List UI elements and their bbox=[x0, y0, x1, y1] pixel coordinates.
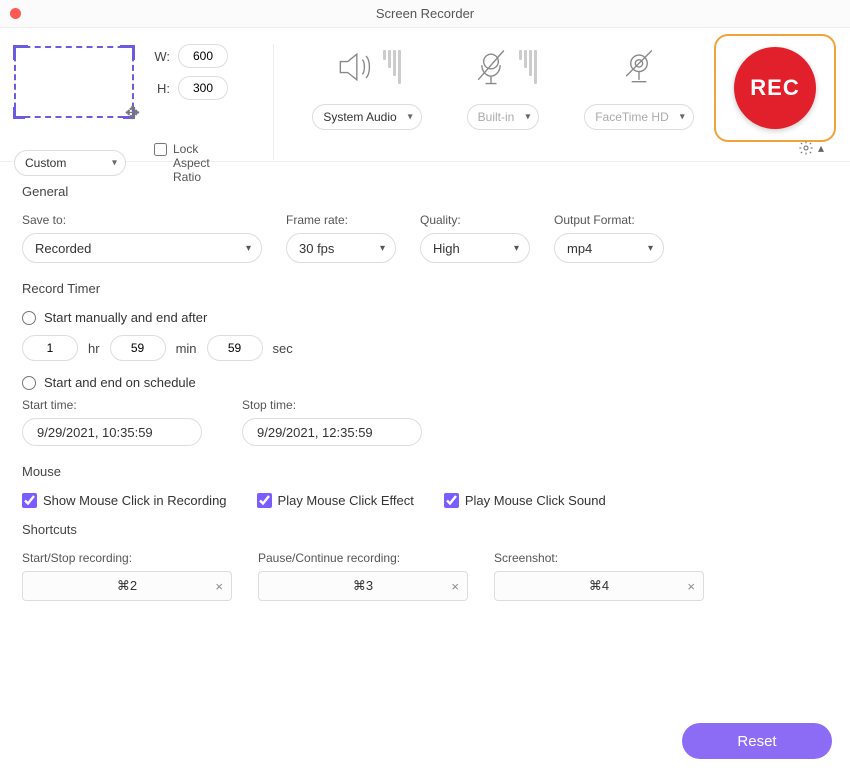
move-cursor-icon: ✥ bbox=[125, 103, 140, 124]
chevron-down-icon: ▾ bbox=[648, 243, 653, 254]
timer-min-input[interactable] bbox=[110, 335, 166, 361]
min-unit: min bbox=[176, 341, 197, 356]
toolbar: ✥ W: H: System Audio▾ Bui bbox=[0, 28, 850, 162]
clear-icon[interactable]: × bbox=[215, 579, 223, 594]
height-input[interactable] bbox=[178, 76, 228, 100]
timer-manual-radio[interactable]: Start manually and end after bbox=[22, 310, 828, 325]
start-time-input[interactable]: 9/29/2021, 10:35:59 bbox=[22, 418, 202, 446]
window-title: Screen Recorder bbox=[0, 6, 850, 21]
play-effect-checkbox[interactable]: Play Mouse Click Effect bbox=[257, 493, 414, 508]
start-time-label: Start time: bbox=[22, 398, 202, 412]
shortcut-pause-input[interactable]: ⌘3× bbox=[258, 571, 468, 601]
shortcut-shot-input[interactable]: ⌘4× bbox=[494, 571, 704, 601]
clear-icon[interactable]: × bbox=[451, 579, 459, 594]
frame-rate-label: Frame rate: bbox=[286, 213, 396, 227]
timer-schedule-radio[interactable]: Start and end on schedule bbox=[22, 375, 828, 390]
shortcut-pause-label: Pause/Continue recording: bbox=[258, 551, 468, 565]
mic-off-icon bbox=[469, 45, 513, 89]
audio-control: System Audio▾ bbox=[302, 44, 432, 130]
format-label: Output Format: bbox=[554, 213, 664, 227]
mic-control: Built-in▾ bbox=[438, 44, 568, 130]
audio-select[interactable]: System Audio▾ bbox=[312, 104, 421, 130]
region-frame-icon[interactable]: ✥ bbox=[14, 46, 134, 118]
timer-hr-input[interactable] bbox=[22, 335, 78, 361]
format-select[interactable]: mp4▾ bbox=[554, 233, 664, 263]
settings-panel: General Save to: Recorded▾ Frame rate: 3… bbox=[0, 162, 850, 601]
stop-time-input[interactable]: 9/29/2021, 12:35:59 bbox=[242, 418, 422, 446]
sec-unit: sec bbox=[273, 341, 293, 356]
titlebar: Screen Recorder bbox=[0, 0, 850, 28]
timer-sec-input[interactable] bbox=[207, 335, 263, 361]
clear-icon[interactable]: × bbox=[687, 579, 695, 594]
chevron-down-icon: ▾ bbox=[246, 243, 251, 254]
lock-aspect-checkbox[interactable]: Lock Aspect Ratio bbox=[154, 142, 234, 184]
width-label: W: bbox=[150, 49, 170, 64]
hr-unit: hr bbox=[88, 341, 100, 356]
record-button[interactable]: REC bbox=[734, 47, 816, 129]
record-button-box: REC bbox=[714, 34, 836, 142]
camera-off-icon bbox=[617, 45, 661, 89]
shortcuts-heading: Shortcuts bbox=[22, 522, 828, 537]
save-to-label: Save to: bbox=[22, 213, 262, 227]
width-input[interactable] bbox=[178, 44, 228, 68]
mic-select[interactable]: Built-in▾ bbox=[467, 104, 540, 130]
settings-toggle[interactable]: ▴ bbox=[798, 140, 824, 156]
chevron-down-icon: ▾ bbox=[380, 243, 385, 254]
gear-icon bbox=[798, 140, 814, 156]
frame-rate-select[interactable]: 30 fps▾ bbox=[286, 233, 396, 263]
general-heading: General bbox=[22, 184, 828, 199]
mouse-heading: Mouse bbox=[22, 464, 828, 479]
shortcut-start-label: Start/Stop recording: bbox=[22, 551, 232, 565]
top-controls: System Audio▾ Built-in▾ FaceTime HD▾ REC… bbox=[274, 44, 836, 130]
quality-label: Quality: bbox=[420, 213, 530, 227]
timer-heading: Record Timer bbox=[22, 281, 828, 296]
chevron-down-icon: ▾ bbox=[112, 158, 117, 169]
camera-control: FaceTime HD▾ bbox=[574, 44, 704, 130]
chevron-down-icon: ▾ bbox=[680, 112, 685, 123]
chevron-down-icon: ▾ bbox=[514, 243, 519, 254]
region-mode-select[interactable]: Custom▾ bbox=[14, 150, 126, 176]
shortcut-start-input[interactable]: ⌘2× bbox=[22, 571, 232, 601]
stop-time-label: Stop time: bbox=[242, 398, 422, 412]
chevron-down-icon: ▾ bbox=[525, 112, 530, 123]
show-click-checkbox[interactable]: Show Mouse Click in Recording bbox=[22, 493, 227, 508]
chevron-down-icon: ▾ bbox=[408, 112, 413, 123]
camera-select[interactable]: FaceTime HD▾ bbox=[584, 104, 694, 130]
save-to-select[interactable]: Recorded▾ bbox=[22, 233, 262, 263]
chevron-up-icon: ▴ bbox=[818, 141, 824, 155]
quality-select[interactable]: High▾ bbox=[420, 233, 530, 263]
height-label: H: bbox=[150, 81, 170, 96]
play-sound-checkbox[interactable]: Play Mouse Click Sound bbox=[444, 493, 606, 508]
speaker-icon bbox=[333, 45, 377, 89]
shortcut-shot-label: Screenshot: bbox=[494, 551, 704, 565]
reset-button[interactable]: Reset bbox=[682, 723, 832, 759]
